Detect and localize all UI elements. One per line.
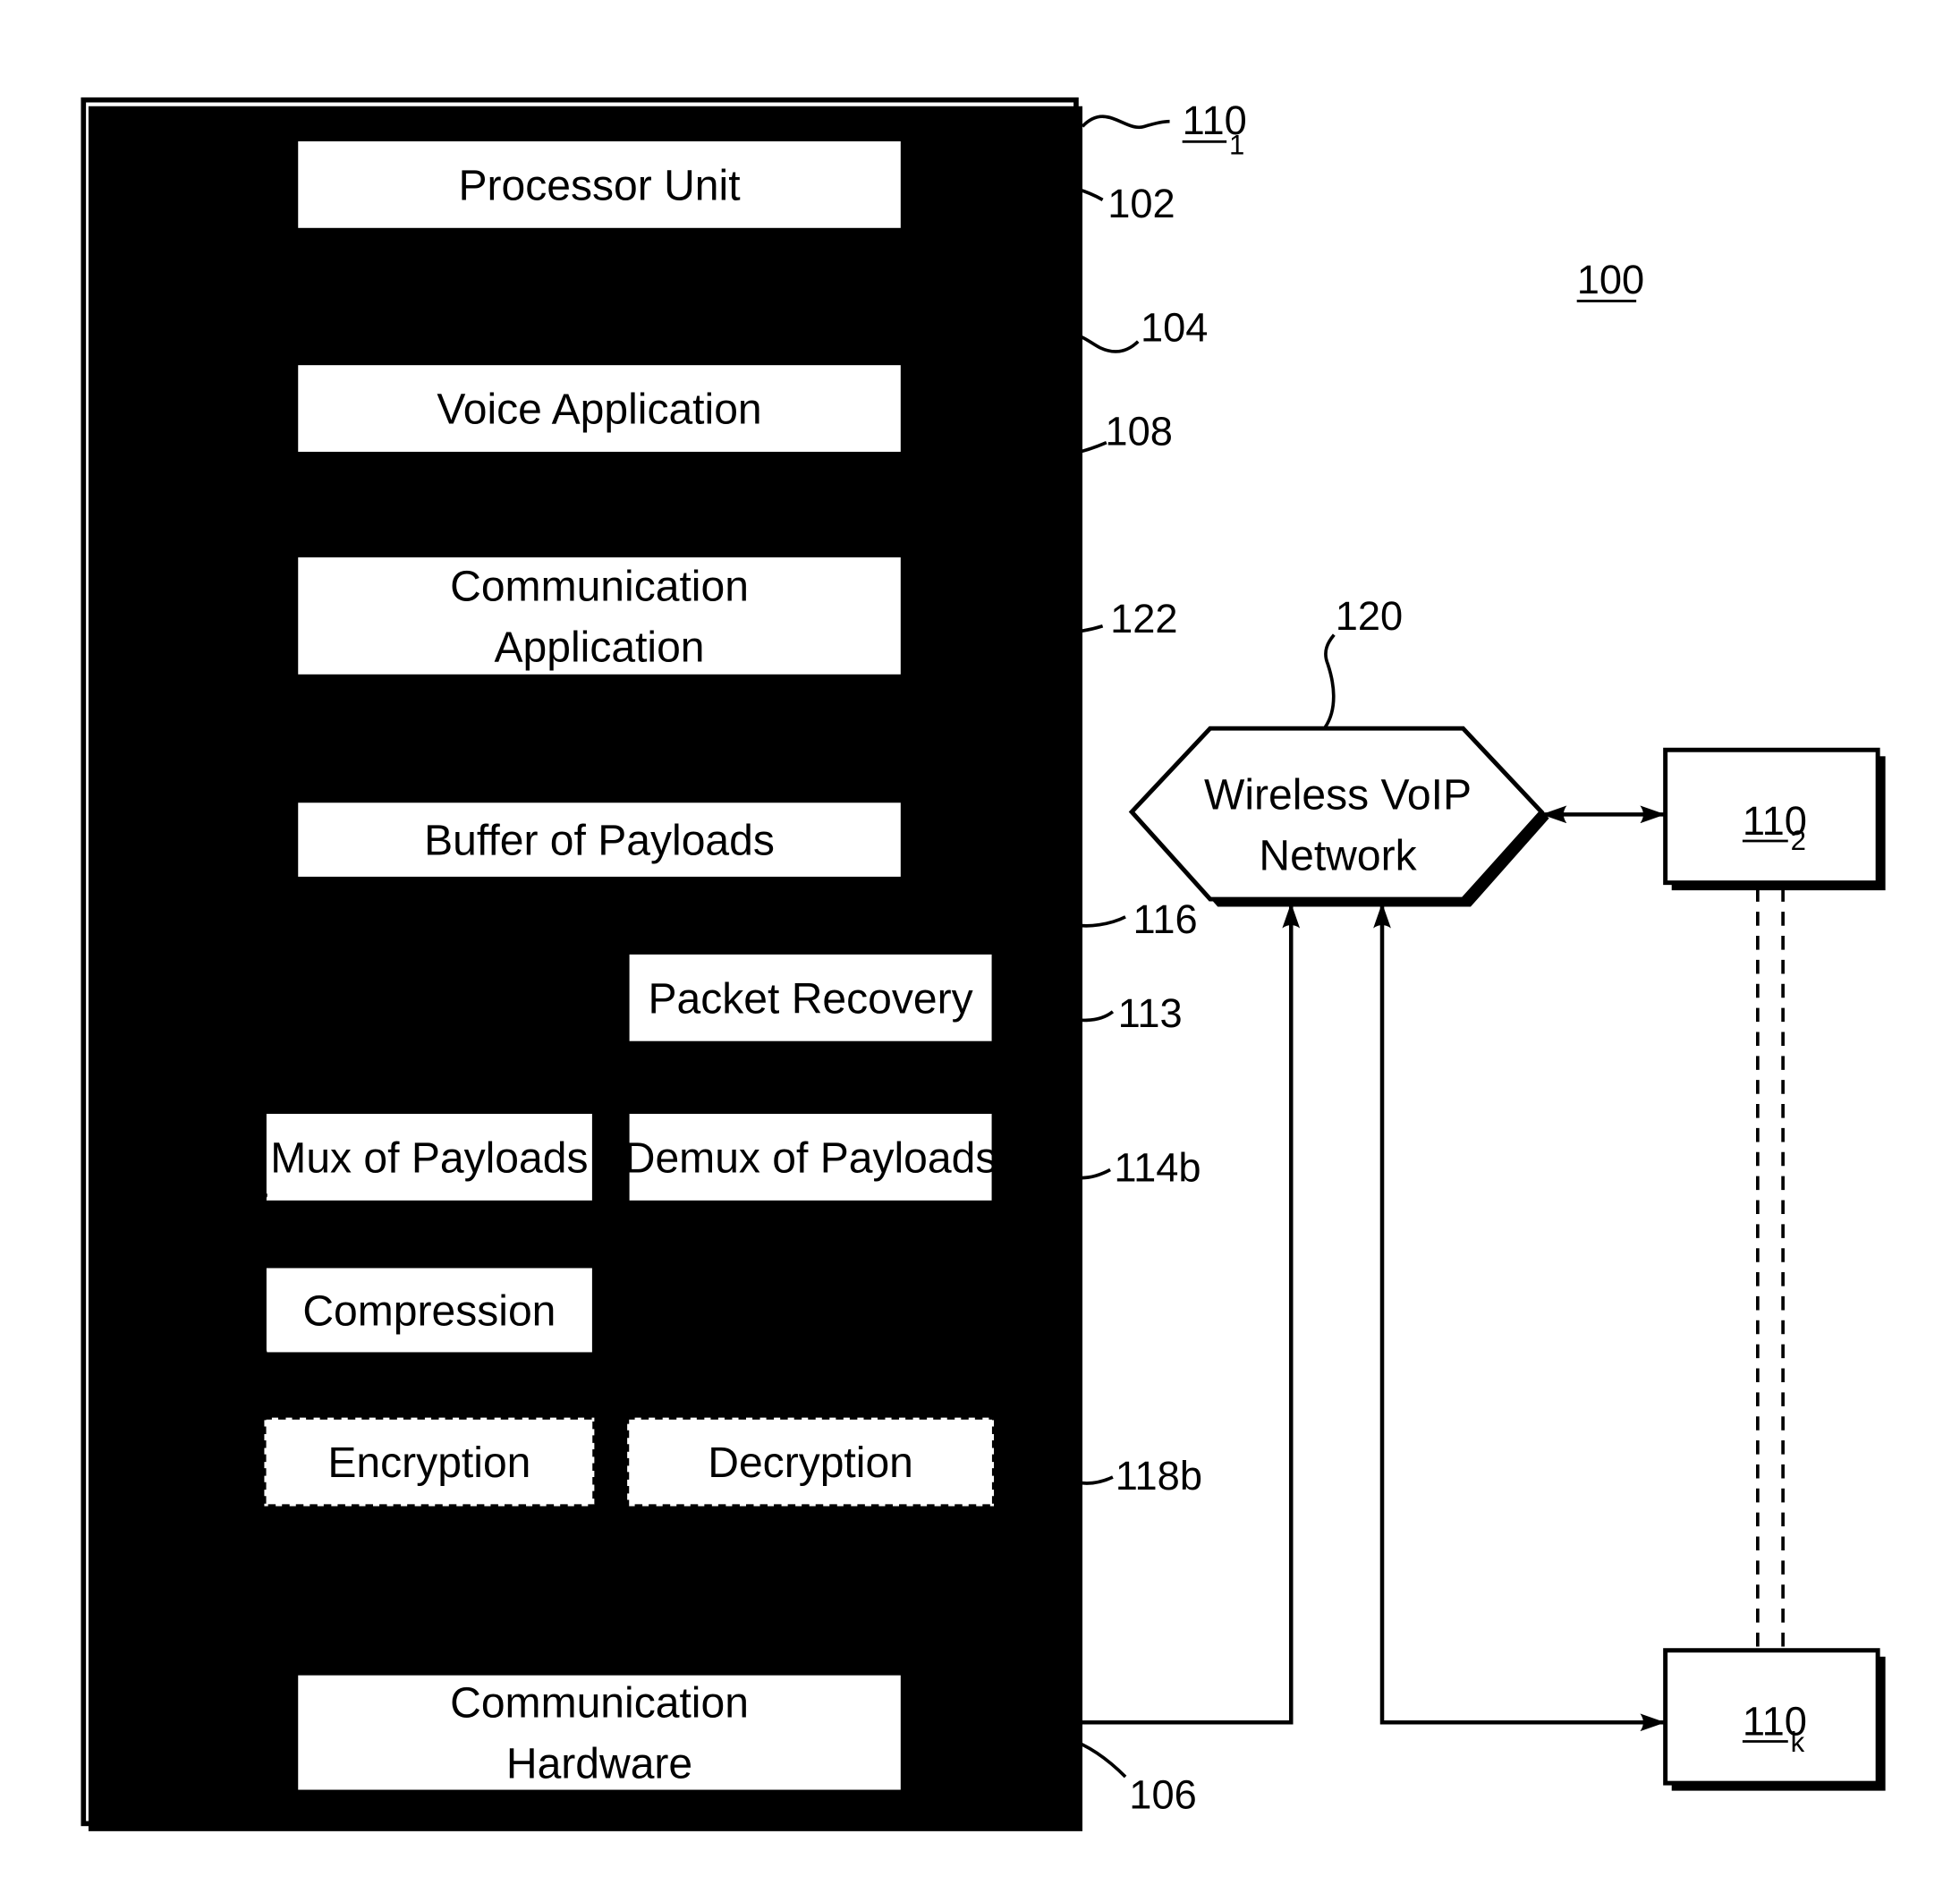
ref-114b: 114b	[1114, 1144, 1201, 1190]
communication-application-label-line2: Application	[494, 623, 704, 671]
network-device-k-link	[1373, 903, 1666, 1732]
ref-143a: 143a	[883, 1061, 973, 1107]
demux-of-payloads-block: Demux of Payloads	[624, 1109, 1001, 1210]
ref-117: 117	[205, 1185, 269, 1231]
device-110-2: 110 2	[1663, 747, 1886, 891]
wireless-voip-network: Wireless VoIP Network	[1128, 726, 1549, 907]
network-label-line1: Wireless VoIP	[1204, 771, 1472, 819]
ref-135: 135	[519, 1627, 586, 1673]
device-k-sub: k	[1791, 1727, 1805, 1758]
packet-recovery-block: Packet Recovery	[624, 949, 1001, 1050]
voice-application-block: Voice Application	[293, 361, 910, 461]
ref-118a: 118a	[183, 1331, 271, 1377]
ref-112: 112	[955, 753, 1019, 799]
voice-application-label: Voice Application	[437, 386, 761, 434]
leader-110-1	[1081, 115, 1170, 130]
buffer-of-payloads-label: Buffer of Payloads	[424, 817, 775, 865]
device-2-sub: 2	[1791, 825, 1806, 856]
ref-114a: 114a	[183, 1028, 271, 1074]
buffer-of-payloads-block: Buffer of Payloads	[293, 798, 910, 886]
ref-141: 141	[885, 1625, 952, 1670]
ref-134b: 134b	[523, 1370, 614, 1415]
ref-142: 142	[883, 1296, 950, 1342]
voip-system-diagram: Memory Processor Unit Voice Application Co…	[81, 98, 1886, 1831]
compression-label: Compression	[302, 1286, 556, 1335]
ref-118b: 118b	[1116, 1453, 1202, 1499]
encryption-block: Encryption	[262, 1415, 601, 1513]
ref-122: 122	[1110, 596, 1177, 641]
communication-application-block: Communication Application	[293, 553, 910, 684]
encryption-label: Encryption	[327, 1439, 530, 1487]
ref-131: 131	[529, 487, 596, 532]
processor-unit-block: Processor Unit	[293, 137, 910, 237]
decryption-label: Decryption	[708, 1439, 913, 1487]
decryption-block: Decryption	[624, 1415, 1001, 1513]
network-label-line2: Network	[1259, 832, 1417, 880]
ref-145: 145	[648, 487, 715, 532]
ref-134a: 134a	[523, 1215, 614, 1261]
ref-100: 100	[1577, 257, 1644, 302]
ref-144: 144	[645, 692, 712, 737]
packet-recovery-label: Packet Recovery	[648, 974, 972, 1023]
processor-unit-label: Processor Unit	[458, 161, 740, 209]
compression-block: Compression	[261, 1263, 601, 1361]
ref-116: 116	[1133, 896, 1198, 942]
device-110-k: 110 k	[1663, 1648, 1886, 1791]
mux-of-payloads-label: Mux of Payloads	[270, 1134, 588, 1182]
ref-143b: 143b	[883, 902, 973, 947]
communication-hardware-label-line1: Communication	[450, 1679, 749, 1728]
leader-120	[1323, 633, 1336, 728]
ref-104: 104	[1141, 305, 1208, 351]
ref-133: 133	[281, 945, 348, 990]
communication-hardware-block: Communication Hardware	[293, 1670, 910, 1799]
ref-106: 106	[1129, 1771, 1196, 1817]
ref-113: 113	[1118, 990, 1183, 1036]
ref-108: 108	[1105, 409, 1172, 454]
communication-hardware-label-line2: Hardware	[506, 1739, 692, 1787]
memory-label: Memory	[687, 307, 843, 355]
ref-110-1-sub: 1	[1229, 129, 1244, 160]
ref-102: 102	[1107, 181, 1175, 226]
ref-120: 120	[1336, 593, 1403, 639]
ref-132: 132	[522, 697, 590, 743]
mux-of-payloads-block: Mux of Payloads	[261, 1109, 601, 1210]
communication-application-label-line1: Communication	[450, 562, 749, 610]
demux-of-payloads-label: Demux of Payloads	[624, 1134, 997, 1182]
